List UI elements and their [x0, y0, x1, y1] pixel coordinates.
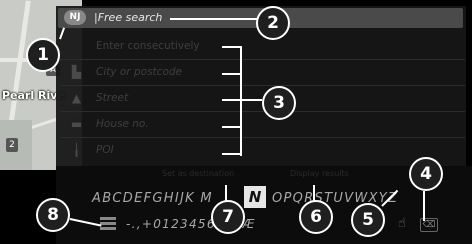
- function-row: Set as destination Display results: [56, 167, 466, 181]
- house-icon: ▬: [70, 117, 83, 131]
- callout-8: 8: [36, 198, 70, 232]
- list-item-label: POI: [96, 144, 114, 156]
- route-shield: 2: [6, 138, 18, 152]
- letters-left[interactable]: ABCDEFGHIJK M: [92, 191, 213, 206]
- list-icon[interactable]: [100, 217, 116, 231]
- bracket-pointer: [240, 99, 262, 101]
- callout-3: 3: [262, 86, 296, 120]
- callout-line: [170, 18, 258, 20]
- list-bracket: [232, 46, 242, 156]
- callout-2: 2: [256, 6, 290, 40]
- letters-right[interactable]: OPQRSTUVWXYZ: [272, 191, 398, 206]
- list-item-house-no[interactable]: ▬ House no.: [60, 113, 240, 137]
- city-icon: ▙: [71, 65, 82, 79]
- callout-line: [313, 185, 315, 201]
- list-item-poi[interactable]: ╽ POI: [60, 139, 240, 163]
- bracket-tick: [222, 99, 240, 101]
- hand-icon[interactable]: ☝: [398, 216, 406, 231]
- list-item-label: City or postcode: [96, 66, 182, 78]
- list-item-label: Street: [96, 92, 129, 104]
- callout-5: 5: [351, 203, 385, 237]
- region-badge[interactable]: NJ: [64, 10, 86, 25]
- divider: [60, 137, 465, 138]
- callout-6: 6: [299, 200, 333, 234]
- set-destination-button[interactable]: Set as destination: [162, 169, 234, 178]
- list-item-enter-consecutively[interactable]: Enter consecutively: [60, 35, 240, 59]
- divider: [60, 59, 465, 60]
- list-item-label: Enter consecutively: [96, 40, 200, 52]
- list-item-city[interactable]: ▙ City or postcode: [60, 61, 240, 85]
- list-item-label: House no.: [96, 118, 149, 130]
- callout-7: 7: [211, 200, 245, 234]
- divider: [60, 85, 465, 86]
- search-input[interactable]: |Free search: [94, 11, 162, 24]
- letter-row[interactable]: ABCDEFGHIJK M: [92, 191, 213, 206]
- callout-4: 4: [409, 157, 443, 191]
- bracket-tick: [222, 153, 240, 155]
- list-item-street[interactable]: ▲ Street: [60, 87, 240, 111]
- navigation-screen: A Pearl Rive 2 NJ |Free search Enter con…: [0, 0, 472, 244]
- selected-character[interactable]: N: [244, 186, 266, 208]
- poi-icon: ╽: [72, 143, 81, 157]
- bracket-tick: [222, 126, 240, 128]
- bracket-tick: [222, 46, 240, 48]
- callout-line: [423, 191, 425, 221]
- display-results-button[interactable]: Display results: [290, 169, 349, 178]
- street-icon: ▲: [71, 91, 82, 105]
- callout-1: 1: [26, 38, 60, 72]
- bracket-tick: [222, 73, 240, 75]
- divider: [60, 111, 465, 112]
